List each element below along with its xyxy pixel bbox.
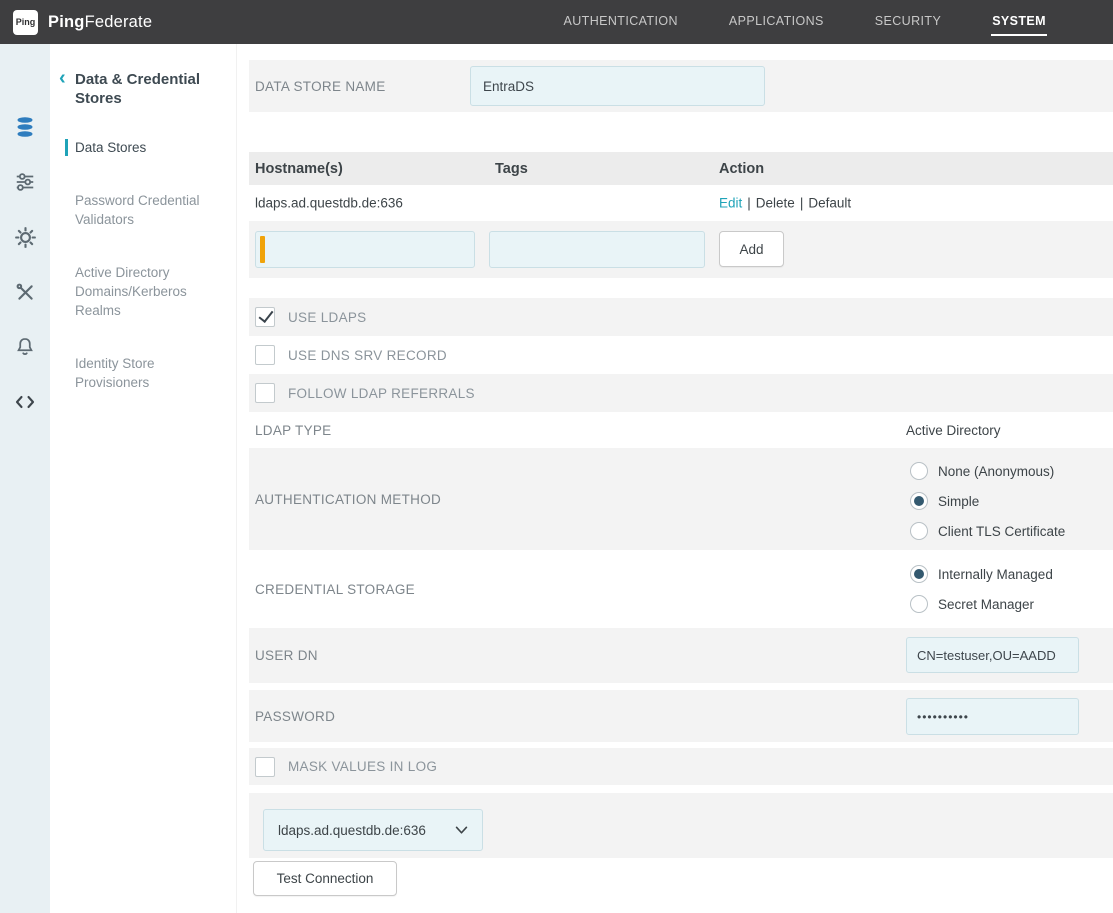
nav-applications[interactable]: APPLICATIONS xyxy=(728,9,825,36)
option-client-tls-label: Client TLS Certificate xyxy=(938,524,1065,539)
option-simple-label: Simple xyxy=(938,494,979,509)
nav-authentication[interactable]: AUTHENTICATION xyxy=(563,9,679,36)
actions-cell: Edit | Delete | Default xyxy=(719,196,851,211)
ldap-type-label: LDAP TYPE xyxy=(255,423,332,438)
delete-link[interactable]: Delete xyxy=(756,196,795,211)
sidebar: ‹ Data & Credential Stores Data Stores P… xyxy=(50,44,237,913)
action-separator: | xyxy=(800,196,804,211)
password-label: PASSWORD xyxy=(255,709,335,724)
edit-link[interactable]: Edit xyxy=(719,196,742,211)
connection-select-value: ldaps.ad.questdb.de:636 xyxy=(278,823,426,838)
radio-none-anonymous[interactable] xyxy=(910,462,928,480)
ping-logo-icon[interactable]: Ping xyxy=(13,10,38,35)
new-hostname-input[interactable] xyxy=(255,231,475,268)
follow-ldap-referrals-checkbox[interactable] xyxy=(255,383,275,403)
credential-storage-row: CREDENTIAL STORAGE Internally Managed Se… xyxy=(249,550,1113,628)
data-store-name-row: DATA STORE NAME xyxy=(249,60,1113,112)
app-title: PingFederate xyxy=(48,13,152,32)
hostname-cell: ldaps.ad.questdb.de:636 xyxy=(255,196,403,211)
gear-icon[interactable] xyxy=(0,219,50,255)
app-title-bold: Ping xyxy=(48,13,85,31)
use-ldaps-row: USE LDAPS xyxy=(249,298,1113,336)
option-internally-managed: Internally Managed xyxy=(910,559,1053,589)
radio-internally-managed[interactable] xyxy=(910,565,928,583)
add-button[interactable]: Add xyxy=(719,231,784,267)
code-icon[interactable] xyxy=(0,384,50,420)
sidebar-header: ‹ Data & Credential Stores xyxy=(50,44,236,108)
ldap-type-value: Active Directory xyxy=(906,423,1001,438)
connection-select[interactable]: ldaps.ad.questdb.de:636 xyxy=(263,809,483,851)
nav-system[interactable]: SYSTEM xyxy=(991,9,1047,36)
sidebar-item-active-directory-domains[interactable]: Active Directory Domains/Kerberos Realms xyxy=(50,263,236,320)
app-title-regular: Federate xyxy=(85,13,153,31)
ldap-type-row: LDAP TYPE Active Directory xyxy=(249,412,1113,448)
new-hostname-field-wrap xyxy=(255,231,475,268)
authentication-method-label: AUTHENTICATION METHOD xyxy=(255,492,441,507)
radio-simple[interactable] xyxy=(910,492,928,510)
user-dn-input[interactable] xyxy=(906,637,1079,673)
use-dns-srv-checkbox[interactable] xyxy=(255,345,275,365)
top-navigation: AUTHENTICATION APPLICATIONS SECURITY SYS… xyxy=(563,9,1048,36)
sliders-icon[interactable] xyxy=(0,164,50,200)
follow-ldap-referrals-label: FOLLOW LDAP REFERRALS xyxy=(288,386,475,401)
mask-values-label: MASK VALUES IN LOG xyxy=(288,759,437,774)
sidebar-item-identity-store-provisioners[interactable]: Identity Store Provisioners xyxy=(50,354,236,392)
user-dn-row: USER DN xyxy=(249,628,1113,683)
user-dn-label: USER DN xyxy=(255,648,318,663)
follow-ldap-referrals-row: FOLLOW LDAP REFERRALS xyxy=(249,374,1113,412)
option-client-tls: Client TLS Certificate xyxy=(910,516,1065,546)
tags-column-header: Tags xyxy=(495,161,528,177)
default-link[interactable]: Default xyxy=(808,196,851,211)
action-separator: | xyxy=(747,196,751,211)
password-row: PASSWORD xyxy=(249,690,1113,742)
main-content: DATA STORE NAME Hostname(s) Tags Action … xyxy=(237,44,1113,913)
new-tags-input[interactable] xyxy=(489,231,705,268)
radio-client-tls[interactable] xyxy=(910,522,928,540)
test-connection-button[interactable]: Test Connection xyxy=(253,861,397,896)
tools-icon[interactable] xyxy=(0,274,50,310)
credential-storage-options: Internally Managed Secret Manager xyxy=(910,559,1053,619)
option-simple: Simple xyxy=(910,486,1065,516)
password-input[interactable] xyxy=(906,698,1079,735)
action-column-header: Action xyxy=(719,161,764,177)
nav-security[interactable]: SECURITY xyxy=(874,9,942,36)
ping-logo-text: Ping xyxy=(16,17,36,27)
add-host-row: Add xyxy=(249,221,1113,278)
data-stores-icon[interactable] xyxy=(0,109,50,145)
option-secret-manager: Secret Manager xyxy=(910,589,1053,619)
connection-select-row: ldaps.ad.questdb.de:636 xyxy=(249,793,1113,858)
use-ldaps-label: USE LDAPS xyxy=(288,310,366,325)
mask-values-checkbox[interactable] xyxy=(255,757,275,777)
back-chevron-icon[interactable]: ‹ xyxy=(59,68,66,88)
sidebar-item-data-stores[interactable]: Data Stores xyxy=(50,138,236,157)
mask-values-row: MASK VALUES IN LOG xyxy=(249,748,1113,785)
authentication-method-options: None (Anonymous) Simple Client TLS Certi… xyxy=(910,456,1065,546)
hostname-column-header: Hostname(s) xyxy=(255,161,343,177)
use-ldaps-checkbox[interactable] xyxy=(255,307,275,327)
option-none-anonymous-label: None (Anonymous) xyxy=(938,464,1054,479)
data-store-name-label: DATA STORE NAME xyxy=(255,79,386,94)
hosts-table-header: Hostname(s) Tags Action xyxy=(249,152,1113,185)
sidebar-item-password-credential-validators[interactable]: Password Credential Validators xyxy=(50,191,236,229)
bell-icon[interactable] xyxy=(0,329,50,365)
data-store-name-input[interactable] xyxy=(470,66,765,106)
authentication-method-row: AUTHENTICATION METHOD None (Anonymous) S… xyxy=(249,448,1113,550)
use-dns-srv-label: USE DNS SRV RECORD xyxy=(288,348,447,363)
credential-storage-label: CREDENTIAL STORAGE xyxy=(255,582,415,597)
text-cursor-caret xyxy=(260,236,265,263)
use-dns-srv-row: USE DNS SRV RECORD xyxy=(249,336,1113,374)
option-none-anonymous: None (Anonymous) xyxy=(910,456,1065,486)
sidebar-title: Data & Credential Stores xyxy=(75,70,218,108)
sidebar-nav: Data Stores Password Credential Validato… xyxy=(50,138,236,392)
icon-rail xyxy=(0,44,50,913)
option-internally-managed-label: Internally Managed xyxy=(938,567,1053,582)
radio-secret-manager[interactable] xyxy=(910,595,928,613)
topbar: Ping PingFederate AUTHENTICATION APPLICA… xyxy=(0,0,1113,44)
table-row: ldaps.ad.questdb.de:636 Edit | Delete | Defa… xyxy=(249,185,1113,221)
chevron-down-icon xyxy=(455,826,468,835)
option-secret-manager-label: Secret Manager xyxy=(938,597,1034,612)
